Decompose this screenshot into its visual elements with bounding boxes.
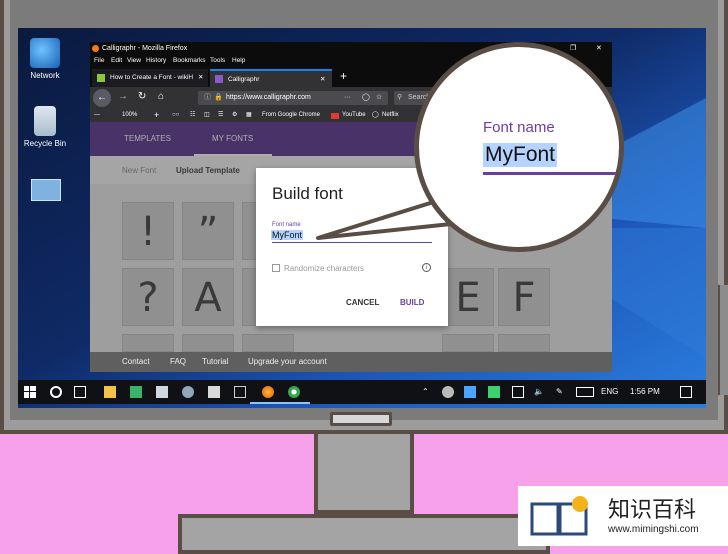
magnifier-bubble: Font name MyFont — [414, 42, 624, 252]
magnified-underline — [483, 172, 619, 175]
magnifier-pointer — [316, 198, 472, 240]
watermark-title: 知识百科 — [608, 498, 697, 523]
watermark-url: www.mimingshi.com — [608, 524, 699, 535]
magnified-font-name-label: Font name — [483, 119, 555, 136]
magnified-font-name-value: MyFont — [483, 143, 558, 167]
watermark: 知识百科 www.mimingshi.com — [518, 486, 728, 546]
book-lightbulb-icon — [530, 496, 588, 536]
